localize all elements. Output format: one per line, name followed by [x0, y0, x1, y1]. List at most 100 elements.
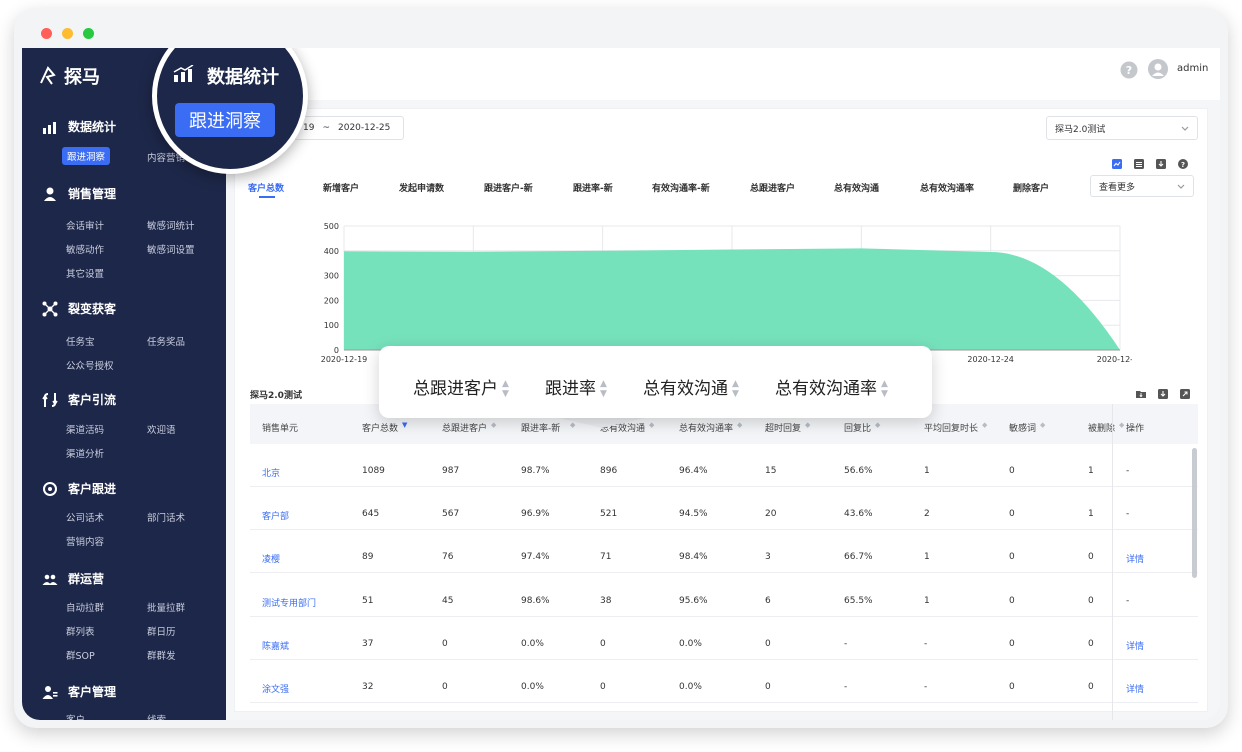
line-chart-icon[interactable]	[1112, 159, 1122, 169]
sidebar-section-customer[interactable]: 客户管理	[42, 683, 116, 700]
sidebar-item-group-calendar[interactable]: 群日历	[147, 624, 176, 638]
sort-icon[interactable]: ◆	[1040, 421, 1045, 429]
sidebar-item-session-audit[interactable]: 会话审计	[66, 218, 104, 232]
user-name[interactable]: admin	[1177, 63, 1208, 74]
table-cell: 65.5%	[844, 596, 873, 606]
sort-icon[interactable]: ◆	[805, 421, 810, 429]
sidebar-section-follow[interactable]: 客户跟进	[42, 480, 116, 497]
table-cell: 521	[600, 509, 618, 519]
row-action[interactable]: 详情	[1126, 639, 1144, 652]
help-icon[interactable]: ?	[1178, 159, 1188, 169]
sidebar-item-auto-group[interactable]: 自动拉群	[66, 600, 104, 614]
question-circle-icon[interactable]: ?	[1120, 61, 1138, 79]
sidebar-item-task-treasure[interactable]: 任务宝	[66, 334, 95, 348]
sidebar-item-official-account-auth[interactable]: 公众号授权	[66, 358, 114, 372]
tab-new-customers[interactable]: 新增客户	[323, 181, 359, 194]
minimize-window-button[interactable]	[62, 28, 73, 39]
tab-total-customers[interactable]: 客户总数	[248, 181, 284, 194]
table-cell: 0	[765, 682, 771, 692]
sort-icon[interactable]: ◆	[1119, 421, 1124, 429]
sidebar-item-customers[interactable]: 客户	[66, 712, 85, 720]
download-icon[interactable]	[1156, 159, 1166, 169]
sales-unit-link[interactable]: 北京	[262, 466, 280, 479]
callout-follow-rate[interactable]: 跟进率 ▲ ▼	[545, 374, 607, 399]
sales-unit-link[interactable]: 客户部	[262, 509, 289, 522]
sidebar-section-traffic[interactable]: 客户引流	[42, 391, 116, 408]
sales-unit-link[interactable]: 凌樱	[262, 552, 280, 565]
sidebar-item-channel-code[interactable]: 渠道活码	[66, 422, 104, 436]
folder-download-icon[interactable]	[1136, 389, 1146, 399]
row-action[interactable]: 详情	[1126, 552, 1144, 565]
sales-unit-link[interactable]: 陈嘉斌	[262, 639, 289, 652]
sidebar-section-fission[interactable]: 裂变获客	[42, 300, 116, 317]
column-header[interactable]: 超时回复	[765, 421, 801, 434]
table-cell: 645	[362, 509, 380, 519]
table-cell: -	[924, 682, 928, 692]
vertical-scrollbar[interactable]	[1192, 448, 1197, 578]
sales-unit-link[interactable]: 测试专用部门	[262, 596, 316, 609]
column-header[interactable]: 敏感词	[1009, 421, 1036, 434]
table-cell: 0	[600, 639, 606, 649]
sidebar-item-channel-analysis[interactable]: 渠道分析	[66, 446, 104, 460]
table-cell: 0	[1088, 682, 1094, 692]
y-tick-label: 400	[324, 247, 339, 256]
view-more-select[interactable]: 查看更多	[1090, 175, 1194, 197]
column-header[interactable]: 被删除	[1088, 421, 1115, 434]
sidebar-item-batch-group[interactable]: 批量拉群	[147, 600, 185, 614]
sidebar-item-marketing-content[interactable]: 营销内容	[66, 534, 104, 548]
row-action[interactable]: 详情	[1126, 682, 1144, 695]
sort-icon[interactable]: ▼	[402, 421, 407, 429]
tab-total-follow[interactable]: 总跟进客户	[750, 181, 795, 194]
sidebar-item-department-script[interactable]: 部门话术	[147, 510, 185, 524]
tab-applications[interactable]: 发起申请数	[399, 181, 444, 194]
row-action: -	[1126, 596, 1130, 606]
sidebar-item-sensitive-word-stats[interactable]: 敏感词统计	[147, 218, 195, 232]
sort-icon[interactable]: ◆	[491, 421, 496, 429]
table-cell: 1	[1088, 509, 1094, 519]
user-avatar-icon[interactable]	[1148, 59, 1168, 79]
sidebar-item-other-settings[interactable]: 其它设置	[66, 266, 104, 280]
sales-unit-link[interactable]: 涂文强	[262, 682, 289, 695]
maximize-window-button[interactable]	[83, 28, 94, 39]
magnifier-active-item[interactable]: 跟进洞察	[175, 103, 275, 137]
sidebar-item-sensitive-word-settings[interactable]: 敏感词设置	[147, 242, 195, 256]
callout-total-effective[interactable]: 总有效沟通 ▲ ▼	[643, 374, 739, 399]
sort-icon[interactable]: ◆	[982, 421, 987, 429]
sidebar-item-task-prize[interactable]: 任务奖品	[147, 334, 185, 348]
sidebar-item-follow-insight[interactable]: 跟进洞察	[62, 147, 111, 165]
sidebar-item-company-script[interactable]: 公司话术	[66, 510, 104, 524]
column-header[interactable]: 总跟进客户	[442, 421, 487, 434]
sidebar-item-sensitive-action[interactable]: 敏感动作	[66, 242, 104, 256]
expand-icon[interactable]	[1180, 389, 1190, 399]
tab-follow-customers-new[interactable]: 跟进客户-新	[484, 181, 533, 194]
org-select[interactable]: 探马2.0测试	[1046, 116, 1198, 140]
tab-deleted-customers[interactable]: 删除客户	[1013, 181, 1049, 194]
sidebar-section-label: 客户管理	[68, 685, 117, 699]
tab-total-effective-rate[interactable]: 总有效沟通率	[920, 181, 974, 194]
column-header[interactable]: 平均回复时长	[924, 421, 978, 434]
column-header[interactable]: 回复比	[844, 421, 871, 434]
sidebar-item-group-sop[interactable]: 群SOP	[66, 648, 95, 662]
date-range-picker[interactable]: 19 ~ 2020-12-25	[294, 116, 404, 140]
sidebar-section-group-ops[interactable]: 群运营	[42, 570, 104, 587]
sort-icon[interactable]: ◆	[737, 421, 742, 429]
tab-effective-rate-new[interactable]: 有效沟通率-新	[652, 181, 710, 194]
table-icon[interactable]	[1134, 159, 1144, 169]
tab-total-effective[interactable]: 总有效沟通	[834, 181, 879, 194]
brand-logo[interactable]: 探马	[38, 63, 100, 89]
column-header[interactable]: 客户总数	[362, 421, 398, 434]
close-window-button[interactable]	[41, 28, 52, 39]
sort-icon[interactable]: ◆	[875, 421, 880, 429]
date-end: 2020-12-25	[338, 123, 391, 133]
callout-total-effective-rate[interactable]: 总有效沟通率 ▲ ▼	[775, 374, 888, 399]
sidebar-item-group-list[interactable]: 群列表	[66, 624, 95, 638]
tab-follow-rate-new[interactable]: 跟进率-新	[573, 181, 613, 194]
sidebar-item-group-broadcast[interactable]: 群群发	[147, 648, 176, 662]
download-icon[interactable]	[1158, 389, 1168, 399]
callout-total-follow[interactable]: 总跟进客户 ▲ ▼	[413, 374, 509, 399]
column-header[interactable]: 总有效沟通率	[679, 421, 733, 434]
sidebar-item-welcome-message[interactable]: 欢迎语	[147, 422, 176, 436]
sidebar-section-sales[interactable]: 销售管理	[42, 185, 116, 202]
sidebar-section-data-stats[interactable]: 数据统计	[42, 118, 116, 135]
sidebar-item-leads[interactable]: 线索	[147, 712, 166, 720]
